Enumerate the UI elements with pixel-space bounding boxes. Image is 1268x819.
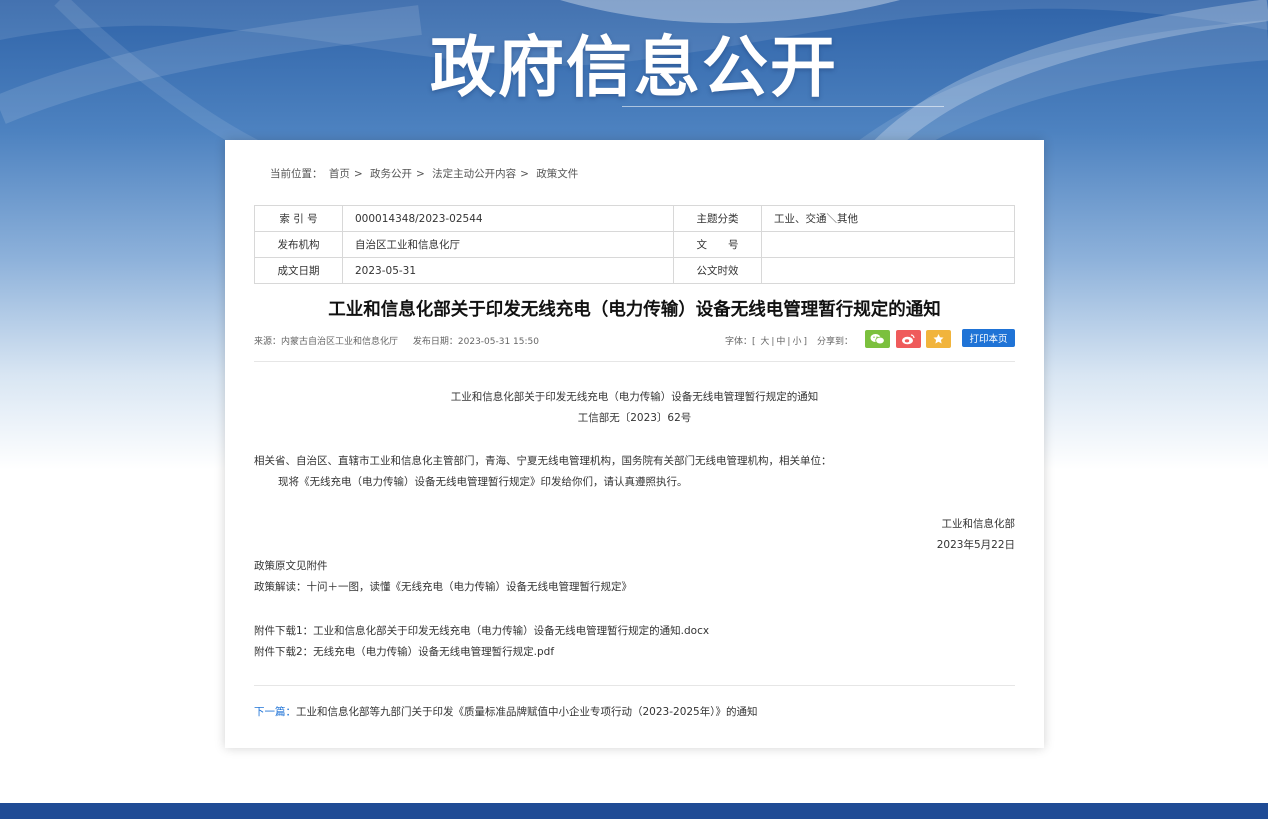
article-source: 来源：内蒙古自治区工业和信息化厅 (254, 337, 399, 347)
publisher-label: 发布机构 (254, 231, 343, 258)
metadata-table: 索 引 号 000014348/2023-02544 主题分类 工业、交通＼其他… (254, 205, 1015, 284)
breadcrumb-gov-affairs[interactable]: 政务公开 (370, 168, 412, 180)
document-number: 工信部无〔2023〕62号 (577, 412, 692, 424)
font-size-medium[interactable]: 中 (774, 337, 787, 347)
policy-interpretation-link[interactable]: 政策解读：十问＋一图，读懂《无线充电（电力传输）设备无线电管理暂行规定》 (254, 579, 632, 594)
font-bracket-close: ] (803, 337, 807, 347)
star-icon (933, 334, 944, 344)
breadcrumb-home[interactable]: 首页 (329, 168, 350, 180)
index-number-label: 索 引 号 (254, 205, 343, 232)
recipients-line: 相关省、自治区、直辖市工业和信息化主管部门，青海、宁夏无线电管理机构，国务院有关… (254, 455, 832, 467)
breadcrumb-separator: > (353, 168, 363, 180)
hero-title: 政府信息公开 (430, 29, 838, 106)
written-date-value: 2023-05-31 (342, 257, 674, 284)
hero-divider (622, 106, 944, 107)
next-article: 下一篇：工业和信息化部等九部门关于印发《质量标准品牌赋值中小企业专项行动（202… (254, 704, 757, 719)
font-size-label: 字体： (724, 337, 752, 347)
document-number-value (761, 231, 1015, 258)
next-article-link[interactable]: 工业和信息化部等九部门关于印发《质量标准品牌赋值中小企业专项行动（2023-20… (296, 706, 757, 718)
article-card: 当前位置： 首页 > 政务公开 > 法定主动公开内容 > 政策文件 索 引 号 000… (225, 140, 1044, 748)
table-row: 成文日期 2023-05-31 公文时效 (254, 257, 1015, 284)
breadcrumb-separator: > (520, 168, 529, 180)
signature-date: 2023年5月22日 (936, 539, 1015, 551)
table-row: 索 引 号 000014348/2023-02544 主题分类 工业、交通＼其他 (254, 205, 1015, 232)
publisher-value: 自治区工业和信息化厅 (342, 231, 674, 258)
wechat-icon (870, 334, 885, 345)
article-info-bar: 来源：内蒙古自治区工业和信息化厅 发布日期：2023-05-31 15:50 字… (254, 328, 1015, 350)
attachment-link-pdf[interactable]: 附件下载2：无线充电（电力传输）设备无线电管理暂行规定.pdf (254, 644, 554, 659)
share-weibo-button[interactable] (896, 330, 921, 348)
share-label: 分享到： (816, 337, 853, 347)
font-size-control: 字体：[ 大 | 中 | 小] (725, 334, 807, 347)
attachment-link-docx[interactable]: 附件下载1：工业和信息化部关于印发无线充电（电力传输）设备无线电管理暂行规定的通… (254, 623, 709, 638)
breadcrumb: 当前位置： 首页 > 政务公开 > 法定主动公开内容 > 政策文件 (270, 166, 581, 181)
breadcrumb-statutory-content[interactable]: 法定主动公开内容 (432, 168, 516, 180)
footer-divider (254, 685, 1015, 686)
weibo-icon (902, 334, 915, 345)
written-date-label: 成文日期 (254, 257, 343, 284)
content-heading: 工业和信息化部关于印发无线充电（电力传输）设备无线电管理暂行规定的通知 (450, 391, 819, 403)
signature-issuer: 工业和信息化部 (941, 518, 1016, 530)
breadcrumb-prefix: 当前位置： (270, 168, 323, 180)
breadcrumb-separator: > (416, 168, 425, 180)
print-button[interactable]: 打印本页 (962, 329, 1015, 347)
next-article-label: 下一篇： (254, 706, 296, 718)
breadcrumb-policy-documents[interactable]: 政策文件 (536, 168, 578, 180)
document-number-label: 文 号 (673, 231, 762, 258)
validity-value (761, 257, 1015, 284)
table-row: 发布机构 自治区工业和信息化厅 文 号 (254, 231, 1015, 258)
article-publish-date: 发布日期：2023-05-31 15:50 (412, 337, 539, 347)
font-size-large[interactable]: 大 (758, 337, 771, 347)
page-footer-bar (0, 803, 1268, 819)
article-meta: 来源：内蒙古自治区工业和信息化厅 发布日期：2023-05-31 15:50 (254, 334, 539, 347)
original-note: 政策原文见附件 (254, 560, 328, 572)
article-title: 工业和信息化部关于印发无线充电（电力传输）设备无线电管理暂行规定的通知 (328, 300, 941, 320)
share-wechat-button[interactable] (865, 330, 890, 348)
validity-label: 公文时效 (673, 257, 762, 284)
topic-category-label: 主题分类 (673, 205, 762, 232)
index-number-value: 000014348/2023-02544 (342, 205, 674, 232)
topic-category-value: 工业、交通＼其他 (761, 205, 1015, 232)
font-size-small[interactable]: 小 (790, 337, 803, 347)
body-paragraph: 现将《无线充电（电力传输）设备无线电管理暂行规定》印发给你们，请认真遵照执行。 (278, 476, 688, 488)
content-divider (254, 361, 1015, 362)
share-favorite-button[interactable] (926, 330, 951, 348)
font-bracket-open: [ (751, 337, 756, 347)
